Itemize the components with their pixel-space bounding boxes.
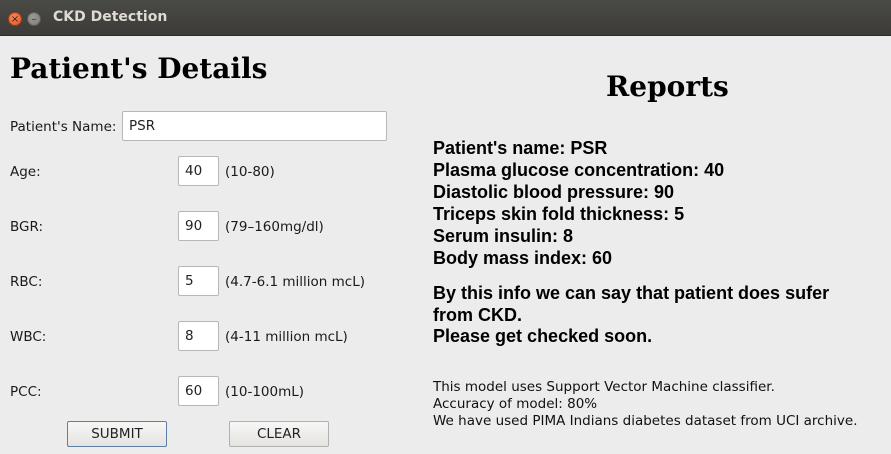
report-summary: Patient's name: PSR Plasma glucose conce… — [433, 137, 883, 269]
patient-details-heading: Patient's Details — [10, 52, 268, 85]
window-titlebar: × – CKD Detection — [0, 0, 891, 36]
wbc-label: WBC: — [10, 329, 47, 345]
conclusion-line: from CKD. — [433, 304, 522, 325]
minimize-icon[interactable]: – — [27, 12, 41, 26]
report-line-insulin: Serum insulin: 8 — [433, 226, 574, 246]
rbc-input[interactable] — [178, 266, 219, 296]
rbc-label: RBC: — [10, 274, 43, 290]
report-line-glucose: Plasma glucose concentration: 40 — [433, 160, 725, 180]
clear-button[interactable]: CLEAR — [229, 421, 329, 447]
report-line-bmi: Body mass index: 60 — [433, 248, 613, 268]
patient-name-input[interactable] — [122, 111, 387, 141]
model-notes: This model uses Support Vector Machine c… — [433, 379, 888, 430]
patient-name-label: Patient's Name: — [10, 119, 117, 135]
model-accuracy-note: Accuracy of model: 80% — [433, 396, 598, 412]
age-label: Age: — [10, 164, 41, 180]
age-range-hint: (10-80) — [225, 164, 275, 180]
model-dataset-note: We have used PIMA Indians diabetes datas… — [433, 413, 858, 429]
close-icon[interactable]: × — [8, 12, 22, 26]
window-title: CKD Detection — [53, 9, 168, 25]
report-line-skin-thickness: Triceps skin fold thickness: 5 — [433, 204, 685, 224]
rbc-range-hint: (4.7-6.1 million mcL) — [225, 274, 365, 290]
model-classifier-note: This model uses Support Vector Machine c… — [433, 379, 775, 395]
report-line-patient-name: Patient's name: PSR — [433, 138, 608, 158]
wbc-input[interactable] — [178, 321, 219, 351]
wbc-range-hint: (4-11 million mcL) — [225, 329, 348, 345]
conclusion-line: Please get checked soon. — [433, 326, 653, 346]
bgr-input[interactable] — [178, 211, 219, 241]
report-line-blood-pressure: Diastolic blood pressure: 90 — [433, 182, 675, 202]
pcc-label: PCC: — [10, 384, 42, 400]
bgr-range-hint: (79–160mg/dl) — [225, 219, 324, 235]
submit-button[interactable]: SUBMIT — [67, 421, 167, 447]
conclusion-line: By this info we can say that patient doe… — [433, 283, 830, 303]
age-input[interactable] — [178, 156, 219, 186]
pcc-input[interactable] — [178, 376, 219, 406]
pcc-range-hint: (10-100mL) — [225, 384, 305, 400]
report-conclusion: By this info we can say that patient doe… — [433, 283, 883, 348]
bgr-label: BGR: — [10, 219, 43, 235]
reports-heading: Reports — [606, 70, 729, 103]
